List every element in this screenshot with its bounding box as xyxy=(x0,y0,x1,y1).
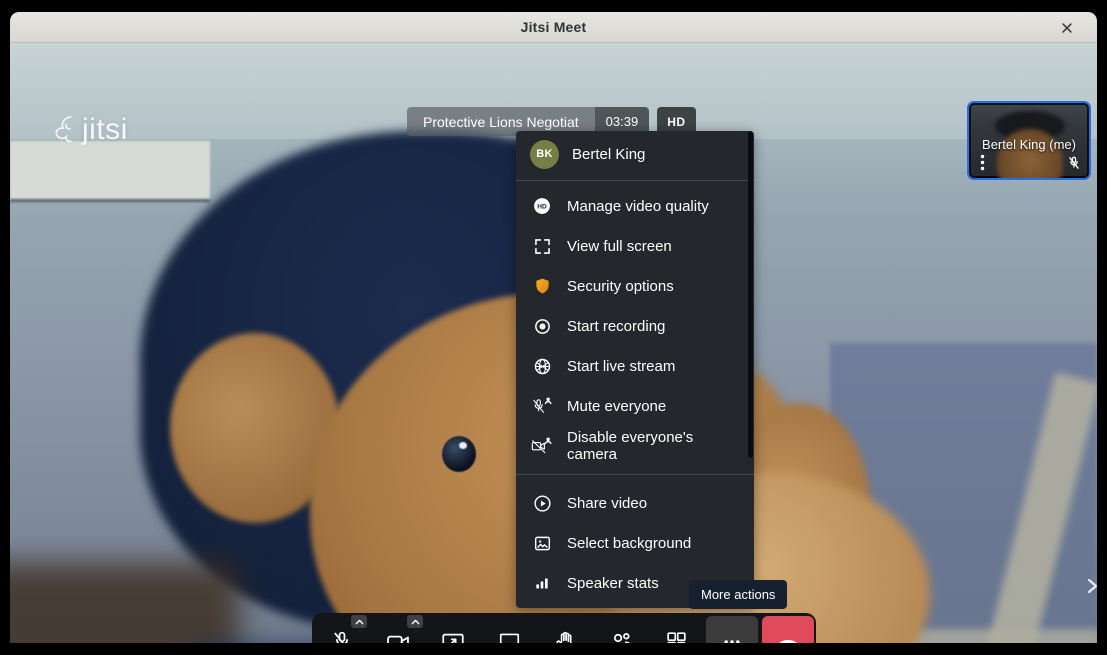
menu-item-share-video[interactable]: Share video xyxy=(516,483,754,523)
video-settings-chevron[interactable] xyxy=(407,615,423,628)
menu-item-start-recording[interactable]: Start recording xyxy=(516,306,754,346)
menu-item-label: Disable everyone's camera xyxy=(567,429,740,463)
audio-settings-chevron[interactable] xyxy=(351,615,367,628)
chat-bubble-icon xyxy=(497,629,522,643)
video-art-chair-frame xyxy=(976,372,1097,643)
toolbox xyxy=(312,613,816,643)
chevron-up-icon xyxy=(354,618,365,626)
menu-item-label: Speaker stats xyxy=(567,575,659,592)
self-view-thumbnail[interactable]: Bertel King (me) xyxy=(967,101,1091,180)
menu-divider xyxy=(516,474,754,475)
participants-button[interactable] xyxy=(597,618,645,644)
close-icon xyxy=(1060,21,1074,35)
camera-icon xyxy=(385,629,411,644)
chat-button[interactable] xyxy=(485,618,533,644)
chevron-up-icon xyxy=(410,618,421,626)
avatar: BK xyxy=(530,140,559,169)
hangup-phone-icon xyxy=(775,629,801,644)
record-icon xyxy=(530,314,554,338)
mic-off-person-icon xyxy=(530,394,554,418)
more-actions-tooltip: More actions xyxy=(689,580,787,609)
video-art-bear-ear xyxy=(170,333,340,523)
menu-item-label: Manage video quality xyxy=(567,198,709,215)
menu-item-view-full-screen[interactable]: View full screen xyxy=(516,226,754,266)
camera-off-person-icon xyxy=(530,434,554,458)
window-titlebar[interactable]: Jitsi Meet xyxy=(10,12,1097,43)
menu-scrollbar-thumb[interactable] xyxy=(748,131,753,458)
menu-profile-row[interactable]: BK Bertel King xyxy=(516,133,754,175)
shield-icon xyxy=(530,274,554,298)
menu-item-label: Select background xyxy=(567,535,691,552)
video-art-right-wall xyxy=(830,343,1097,643)
menu-item-mute-everyone[interactable]: Mute everyone xyxy=(516,386,754,426)
video-art-shadow xyxy=(10,563,240,643)
window-title: Jitsi Meet xyxy=(521,19,587,35)
hd-circle-icon: HD xyxy=(530,194,554,218)
menu-profile-name: Bertel King xyxy=(572,146,645,163)
menu-item-label: Start live stream xyxy=(567,358,675,375)
mic-off-icon xyxy=(1066,155,1082,171)
share-screen-button[interactable] xyxy=(430,618,478,644)
screen-share-icon xyxy=(440,629,466,644)
ellipsis-icon xyxy=(720,630,744,644)
hangup-button[interactable] xyxy=(762,616,814,644)
filmstrip-toggle-button[interactable] xyxy=(1078,571,1097,601)
menu-item-label: Share video xyxy=(567,495,647,512)
menu-item-start-live-stream[interactable]: Start live stream xyxy=(516,346,754,386)
raise-hand-button[interactable] xyxy=(541,618,589,644)
raise-hand-icon xyxy=(553,629,578,643)
main-video: jitsi Protective Lions Negotiat 03:39 HD… xyxy=(10,43,1097,643)
bar-chart-icon xyxy=(530,571,554,595)
more-actions-button[interactable] xyxy=(706,616,758,644)
vertical-dots-icon xyxy=(980,154,985,171)
menu-item-label: Mute everyone xyxy=(567,398,666,415)
jitsi-logo-icon xyxy=(50,113,80,147)
image-icon xyxy=(530,531,554,555)
self-view-muted-indicator xyxy=(1066,155,1082,171)
menu-item-disable-everyones-camera[interactable]: Disable everyone's camera xyxy=(516,426,754,466)
chevron-right-icon xyxy=(1083,575,1097,597)
menu-item-label: Start recording xyxy=(567,318,665,335)
participants-icon xyxy=(608,629,634,644)
self-view-display-name: Bertel King (me) xyxy=(969,137,1089,152)
video-art-eye-glint xyxy=(459,442,467,449)
mic-off-icon xyxy=(329,629,355,644)
fullscreen-icon xyxy=(530,234,554,258)
menu-item-manage-video-quality[interactable]: HD Manage video quality xyxy=(516,186,754,226)
jitsi-logo-text: jitsi xyxy=(82,113,128,147)
self-view-menu-button[interactable] xyxy=(975,154,989,170)
video-art-bear-eye xyxy=(442,436,476,472)
globe-icon xyxy=(530,354,554,378)
tile-view-icon xyxy=(664,629,689,643)
video-art-sill xyxy=(10,141,210,199)
tile-view-button[interactable] xyxy=(653,618,701,644)
more-actions-menu: BK Bertel King HD Manage video quality V… xyxy=(516,131,754,608)
menu-item-security-options[interactable]: Security options xyxy=(516,266,754,306)
jitsi-meet-window: Jitsi Meet xyxy=(0,0,1107,655)
menu-item-label: Security options xyxy=(567,278,674,295)
window-close-button[interactable] xyxy=(1055,16,1079,40)
svg-text:HD: HD xyxy=(537,204,547,211)
tooltip-text: More actions xyxy=(701,587,775,602)
menu-item-label: View full screen xyxy=(567,238,672,255)
play-circle-icon xyxy=(530,491,554,515)
video-art-chair-frame-2 xyxy=(800,629,1097,643)
menu-item-select-background[interactable]: Select background xyxy=(516,523,754,563)
menu-divider xyxy=(516,180,754,181)
jitsi-watermark[interactable]: jitsi xyxy=(50,113,128,147)
